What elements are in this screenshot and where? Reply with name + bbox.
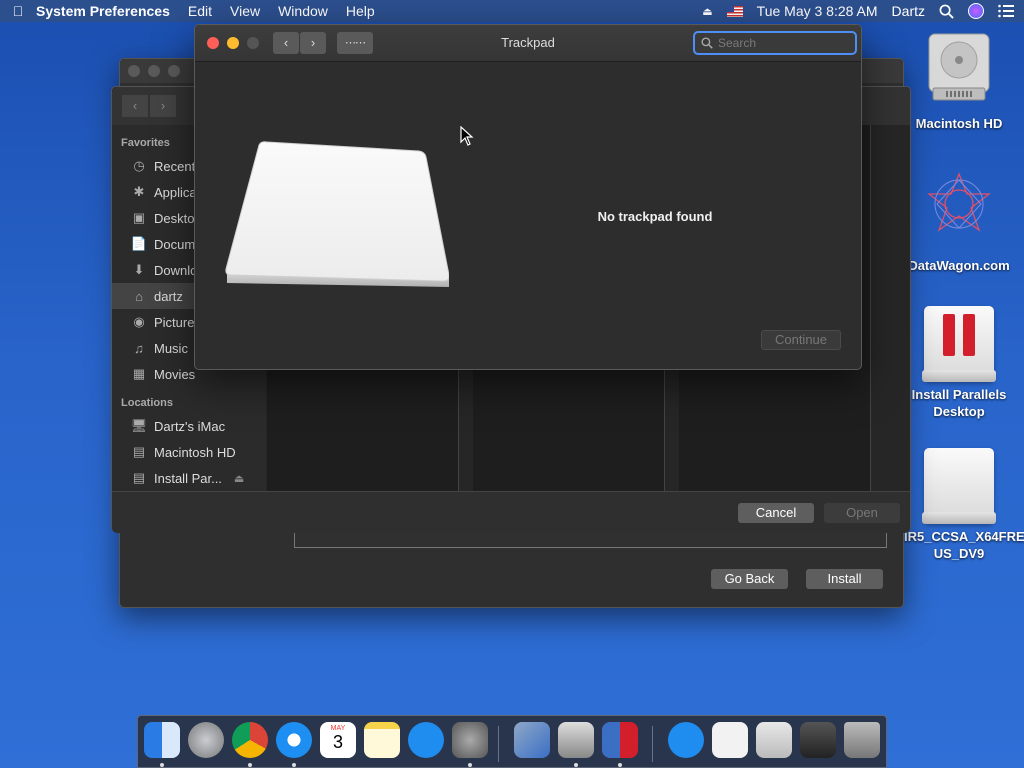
no-trackpad-message: No trackpad found <box>597 209 713 224</box>
running-indicator <box>160 763 164 767</box>
dock-trash-icon[interactable] <box>844 722 880 758</box>
disk-icon: ▤ <box>132 470 146 485</box>
dock-screenshot-icon[interactable] <box>800 722 836 758</box>
search-field[interactable] <box>693 31 857 55</box>
desktop-item-label: DataWagon.com <box>908 258 1010 273</box>
minimize-button[interactable] <box>148 65 160 77</box>
input-source-flag-icon[interactable] <box>726 5 743 17</box>
cancel-button[interactable]: Cancel <box>738 503 814 523</box>
home-icon: ⌂ <box>135 288 143 304</box>
go-back-button[interactable]: Go Back <box>711 569 788 589</box>
window-controls <box>128 65 180 77</box>
notification-center-icon[interactable] <box>998 4 1014 18</box>
running-indicator <box>468 763 472 767</box>
search-icon <box>701 37 713 49</box>
dock-system-preferences-icon[interactable] <box>452 722 488 758</box>
close-button[interactable] <box>128 65 140 77</box>
desktop-item-install-parallels[interactable]: Install Parallels Desktop <box>904 306 1014 420</box>
dock-app-store-folder-icon[interactable] <box>668 722 704 758</box>
sidebar-item-label: Recent <box>154 158 196 174</box>
back-icon[interactable]: ‹ <box>122 95 148 117</box>
dialog-footer: Cancel Open <box>112 491 910 533</box>
menu-help[interactable]: Help <box>346 3 375 19</box>
dock-preview-icon[interactable] <box>756 722 792 758</box>
sidebar-item-macintosh-hd[interactable]: ▤ Macintosh HD <box>112 439 266 465</box>
calendar-month: MAY <box>330 725 346 732</box>
sidebar-item-label: Macintosh HD <box>154 444 236 460</box>
user-menu[interactable]: Dartz <box>892 3 925 19</box>
disk-image-icon <box>922 448 996 524</box>
dock-safari-icon[interactable] <box>276 722 312 758</box>
dock-migration-icon[interactable] <box>514 722 550 758</box>
camera-icon: ◉ <box>133 314 145 329</box>
dialog-nav: ‹ › <box>122 95 176 117</box>
hard-drive-icon <box>928 33 990 101</box>
running-indicator <box>618 763 622 767</box>
apple-menu-icon[interactable]:  <box>0 3 36 19</box>
install-button[interactable]: Install <box>806 569 883 589</box>
applications-icon: ✱ <box>133 184 145 199</box>
dock-app-store-icon[interactable] <box>408 722 444 758</box>
calendar-day: 3 <box>332 732 343 752</box>
menu-window[interactable]: Window <box>278 3 328 19</box>
dock: MAY 3 <box>137 715 887 768</box>
parallels-installer-icon <box>922 306 996 382</box>
running-indicator <box>292 763 296 767</box>
sidebar-item-label: Dartz's iMac <box>154 418 226 434</box>
dock-parallels-icon[interactable] <box>602 722 638 758</box>
computer-icon: 🖥 <box>130 418 148 433</box>
sidebar-item-install-parallels[interactable]: ▤ Install Par... ⏏ <box>112 465 266 491</box>
clock-icon: ◷ <box>133 158 145 173</box>
datawagon-logo-icon <box>927 172 991 232</box>
dock-launchpad-icon[interactable] <box>188 722 224 758</box>
sidebar-item-label: dartz <box>154 288 183 304</box>
download-icon: ⬇ <box>133 262 145 277</box>
forward-icon[interactable]: › <box>150 95 176 117</box>
desktop-icon: ▣ <box>132 210 146 225</box>
open-button[interactable]: Open <box>824 503 900 523</box>
dock-calendar-icon[interactable]: MAY 3 <box>320 722 356 758</box>
dock-notes-icon[interactable] <box>364 722 400 758</box>
running-indicator <box>248 763 252 767</box>
menu-edit[interactable]: Edit <box>188 3 212 19</box>
menu-view[interactable]: View <box>230 3 260 19</box>
prefs-titlebar: ‹ › ⋯⋯ Trackpad <box>195 25 861 62</box>
dock-chrome-icon[interactable] <box>232 722 268 758</box>
document-icon: 📄 <box>130 236 148 251</box>
locations-header: Locations <box>121 397 173 409</box>
music-icon: ♫ <box>134 340 144 356</box>
dock-finder-icon[interactable] <box>144 722 180 758</box>
siri-icon[interactable] <box>968 3 984 19</box>
eject-icon[interactable]: ⏏ <box>702 5 712 18</box>
menu-bar:  System Preferences Edit View Window He… <box>0 0 1024 22</box>
sidebar-item-label: Movies <box>154 366 196 382</box>
disk-icon: ▤ <box>132 444 146 459</box>
desktop-item-label: Install Parallels Desktop <box>911 387 1007 419</box>
desktop-item-datawagon[interactable]: DataWagon.com <box>904 172 1014 274</box>
sidebar-item-label: Music <box>154 340 188 356</box>
desktop-item-label: Macintosh HD <box>915 116 1003 131</box>
dock-separator <box>498 726 499 762</box>
sidebar-item-imac[interactable]: 🖥 Dartz's iMac <box>112 413 266 439</box>
continue-button[interactable]: Continue <box>761 330 841 350</box>
mouse-pointer-icon <box>460 126 474 146</box>
desktop-item-macintosh-hd[interactable]: Macintosh HD <box>904 30 1014 132</box>
sidebar-item-label: Install Par... <box>154 470 222 486</box>
trackpad-illustration <box>225 141 449 287</box>
zoom-button[interactable] <box>168 65 180 77</box>
desktop-item-disk-image[interactable]: IR5_CCSA_X64FRE_EN-US_DV9 <box>904 448 1024 562</box>
dock-separator <box>652 726 653 762</box>
running-indicator <box>574 763 578 767</box>
search-icon[interactable] <box>939 4 954 19</box>
clock[interactable]: Tue May 3 8:28 AM <box>757 3 878 19</box>
dock-disk-utility-icon[interactable] <box>558 722 594 758</box>
trackpad-preferences-window: ‹ › ⋯⋯ Trackpad No trackpad found Contin… <box>194 24 862 370</box>
eject-icon[interactable]: ⏏ <box>234 472 244 485</box>
film-icon: ▦ <box>132 366 146 381</box>
dock-document-icon[interactable] <box>712 722 748 758</box>
search-input[interactable] <box>718 36 838 50</box>
app-name-menu[interactable]: System Preferences <box>36 3 170 19</box>
desktop-item-label: IR5_CCSA_X64FRE_EN-US_DV9 <box>904 529 1024 561</box>
menu-bar-extras: ⏏ Tue May 3 8:28 AM Dartz <box>702 0 1014 22</box>
